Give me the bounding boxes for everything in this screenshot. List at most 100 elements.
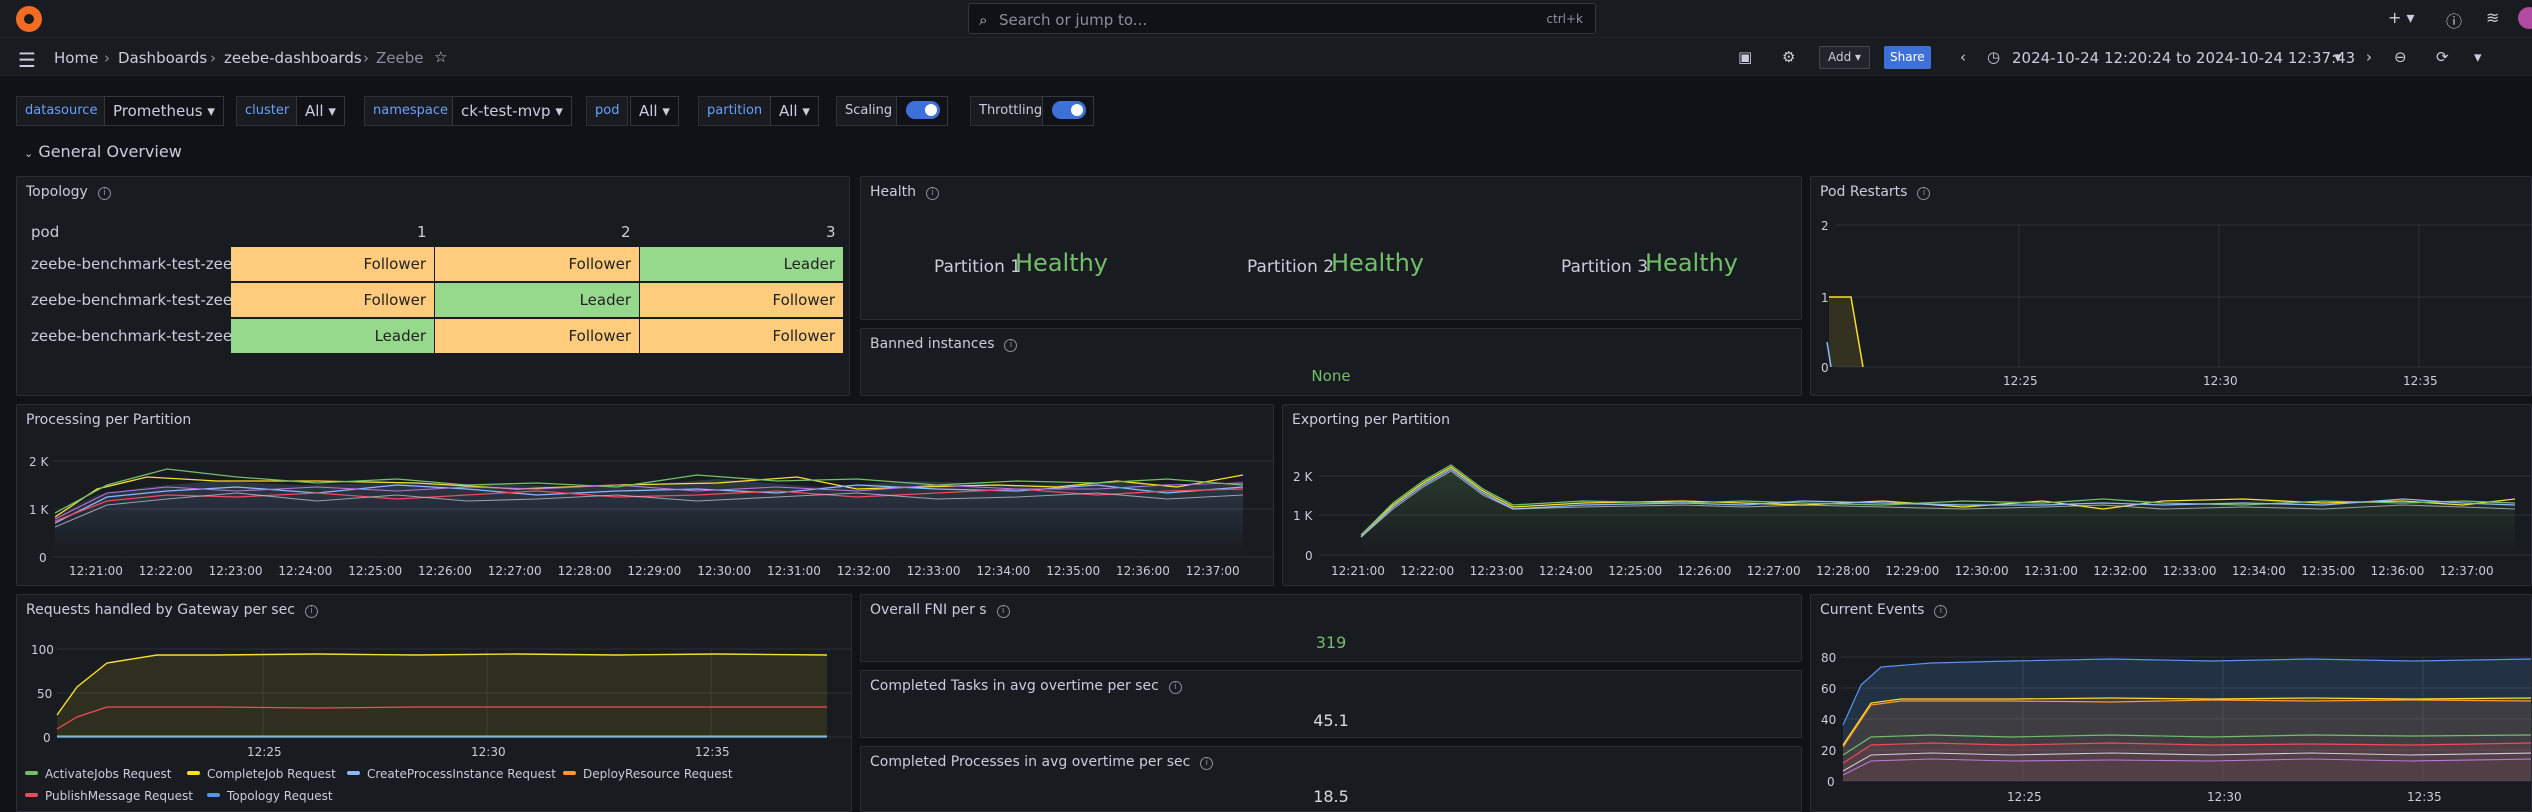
grafana-logo-icon[interactable] [16, 6, 42, 32]
topology-cell: Follower [435, 319, 640, 354]
x-tick-label: 12:36:00 [2371, 564, 2425, 578]
chevron-right-icon: › [104, 49, 110, 67]
health-partition-1-value: Healthy [1015, 249, 1109, 277]
menu-icon[interactable]: ☰ [18, 48, 36, 72]
info-icon[interactable]: i [1004, 339, 1018, 352]
tasks-title: Completed Tasks in avg overtime per sec [870, 678, 1159, 694]
completed-tasks-panel: Completed Tasks in avg overtime per sec i… [860, 670, 1802, 738]
variable-cluster-label: cluster [236, 96, 299, 126]
time-range-picker[interactable]: 2024-10-24 12:20:24 to 2024-10-24 12:37:… [2012, 49, 2355, 67]
processes-value: 18.5 [1313, 787, 1349, 806]
banned-value: None [1311, 367, 1351, 385]
variable-throttling-label: Throttling [970, 96, 1052, 126]
row-general-overview[interactable]: ⌄ General Overview [24, 142, 182, 161]
breadcrumb-home[interactable]: Home [54, 49, 98, 67]
variable-scaling-label: Scaling [836, 96, 902, 126]
health-partition-3-label: Partition 3 [1561, 257, 1649, 277]
zoom-out-icon[interactable]: ⊖ [2394, 48, 2407, 66]
legend-item[interactable]: ActivateJobs Request [25, 767, 172, 781]
chevron-left-icon[interactable]: ‹ [1960, 48, 1966, 66]
info-icon[interactable]: i [97, 187, 111, 200]
x-tick-label: 12:31:00 [2024, 564, 2078, 578]
legend-item[interactable]: DeployResource Request [563, 767, 733, 781]
x-tick-label: 12:24:00 [1539, 564, 1593, 578]
topology-pod-header: pod [31, 223, 60, 241]
x-tick-label: 12:33:00 [907, 564, 961, 578]
tasks-value: 45.1 [1313, 711, 1349, 730]
scaling-toggle[interactable] [906, 101, 940, 119]
variable-namespace-label: namespace [364, 96, 458, 126]
current-events-chart: 80 60 40 20 0 12:25 12:30 12:35 [1821, 651, 2531, 804]
chevron-right-icon[interactable]: › [2366, 48, 2372, 66]
processes-title: Completed Processes in avg overtime per … [870, 754, 1191, 770]
y-tick-label: 1 K [29, 503, 49, 517]
y-tick-label: 0 [39, 551, 47, 565]
x-tick-label: 12:25 [2003, 374, 2038, 388]
x-tick-label: 12:33:00 [2163, 564, 2217, 578]
x-tick-label: 12:34:00 [976, 564, 1030, 578]
y-tick-label: 40 [1821, 713, 1836, 727]
processing-panel: Processing per Partition 2 K 1 K 0 12:21… [16, 404, 1274, 586]
chevron-down-icon[interactable]: ▾ [2474, 48, 2482, 66]
variable-pod-select[interactable]: All ▾ [630, 96, 679, 126]
info-icon[interactable]: i [1168, 681, 1182, 694]
search-input[interactable]: ⌕ Search or jump to... ctrl+k [968, 3, 1596, 34]
banned-title: Banned instances [870, 336, 995, 352]
legend-item[interactable]: PublishMessage Request [25, 789, 193, 803]
y-tick-label: 60 [1821, 682, 1836, 696]
throttling-toggle[interactable] [1052, 101, 1086, 119]
variable-pod-value: All [639, 102, 658, 120]
x-tick-label: 12:27:00 [1747, 564, 1801, 578]
variable-partition-value: All [779, 102, 798, 120]
x-tick-label: 12:29:00 [1885, 564, 1939, 578]
save-icon[interactable]: ▣ [1738, 48, 1752, 66]
legend-item[interactable]: CompleteJob Request [187, 767, 336, 781]
legend-item[interactable]: CreateProcessInstance Request [347, 767, 556, 781]
chevron-down-icon[interactable]: ▾ [2334, 48, 2342, 66]
info-icon[interactable]: i [1200, 757, 1214, 770]
x-tick-label: 12:25 [247, 745, 282, 759]
info-icon[interactable]: i [996, 605, 1010, 618]
add-button[interactable]: Add ▾ [1819, 46, 1871, 69]
rss-icon[interactable]: ≋ [2486, 8, 2499, 27]
plus-icon[interactable]: + ▾ [2388, 8, 2415, 27]
legend-swatch [207, 793, 220, 797]
y-tick-label: 1 [1821, 291, 1829, 305]
x-tick-label: 12:23:00 [209, 564, 263, 578]
variable-cluster-select[interactable]: All ▾ [296, 96, 345, 126]
topology-panel: Topology i pod 1 2 3 zeebe-benchmark-test… [16, 176, 850, 396]
variable-datasource-select[interactable]: Prometheus ▾ [104, 96, 224, 126]
refresh-icon[interactable]: ⟳ [2436, 48, 2449, 66]
x-tick-label: 12:28:00 [1816, 564, 1870, 578]
share-button[interactable]: Share [1884, 46, 1931, 69]
topology-col-2: 2 [621, 223, 631, 241]
breadcrumb-dashboards[interactable]: Dashboards [118, 49, 207, 67]
x-tick-label: 12:30:00 [1955, 564, 2009, 578]
gear-icon[interactable]: ⚙ [1782, 48, 1795, 66]
variable-namespace-select[interactable]: ck-test-mvp ▾ [452, 96, 572, 126]
info-icon[interactable]: i [925, 187, 939, 200]
y-tick-label: 80 [1821, 651, 1836, 665]
exporting-chart: 2 K 1 K 0 12:21:00 12:22:00 12:23:00 12:24:… [1293, 464, 2531, 578]
current-events-panel: Current Events i 80 60 40 20 0 12:25 12:3… [1810, 594, 2532, 812]
legend-item[interactable]: Topology Request [207, 789, 333, 803]
legend-swatch [187, 771, 200, 775]
topology-pod-1: zeebe-benchmark-test-zeebe-1 [31, 291, 231, 309]
x-tick-label: 12:23:00 [1470, 564, 1524, 578]
variable-pod-label: pod [586, 96, 629, 126]
help-icon[interactable]: ⓘ [2446, 8, 2462, 32]
chevron-right-icon: › [363, 49, 369, 67]
variable-partition-select[interactable]: All ▾ [770, 96, 819, 126]
topology-cell: Follower [640, 283, 844, 318]
exporting-panel: Exporting per Partition 2 K 1 K 0 12:21:… [1282, 404, 2532, 586]
health-title: Health [870, 184, 916, 200]
x-tick-label: 12:22:00 [139, 564, 193, 578]
chevron-down-icon: ⌄ [24, 147, 34, 160]
breadcrumb-folder[interactable]: zeebe-dashboards [224, 49, 362, 67]
x-tick-label: 12:30 [2207, 790, 2242, 804]
y-tick-label: 1 K [1293, 509, 1313, 523]
star-icon[interactable]: ☆ [434, 48, 447, 66]
user-avatar[interactable] [2518, 7, 2532, 29]
variable-cluster-value: All [305, 102, 324, 120]
x-tick-label: 12:35:00 [1046, 564, 1100, 578]
